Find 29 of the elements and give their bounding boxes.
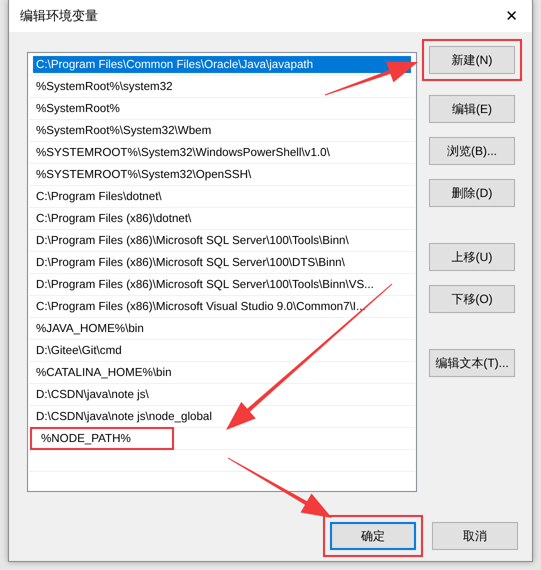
path-item[interactable]: D:\CSDN\java\note js\node_global: [33, 408, 215, 425]
path-item[interactable]: D:\Program Files (x86)\Microsoft SQL Server\100\Tools\Binn\: [33, 232, 352, 249]
path-item[interactable]: C:\Program Files\dotnet\: [33, 188, 165, 205]
side-button[interactable]: 浏览(B)...: [429, 137, 515, 165]
side-button[interactable]: 下移(O): [429, 285, 515, 313]
window-title: 编辑环境变量: [20, 7, 98, 25]
path-item[interactable]: %NODE_PATH%: [33, 430, 171, 447]
path-item[interactable]: %SystemRoot%\system32: [33, 78, 176, 95]
path-item[interactable]: C:\Program Files (x86)\dotnet\: [33, 210, 194, 227]
path-item[interactable]: %CATALINA_HOME%\bin: [33, 364, 175, 381]
side-button[interactable]: 编辑(E): [429, 95, 515, 123]
path-item[interactable]: %SystemRoot%\System32\Wbem: [33, 122, 214, 139]
side-button[interactable]: 上移(U): [429, 243, 515, 271]
close-button[interactable]: ✕: [499, 7, 524, 25]
path-item[interactable]: D:\Program Files (x86)\Microsoft SQL Server\100\Tools\Binn\VS...: [33, 276, 377, 293]
path-item[interactable]: C:\Program Files\Common Files\Oracle\Java\javapath: [33, 56, 411, 73]
side-button[interactable]: 编辑文本(T)...: [429, 349, 515, 377]
path-item[interactable]: %SYSTEMROOT%\System32\WindowsPowerShell\v1.0\: [33, 144, 333, 161]
path-item[interactable]: C:\Program Files (x86)\Microsoft Visual Studio 9.0\Common7\I...: [33, 298, 369, 315]
path-item[interactable]: D:\CSDN\java\note js\: [33, 386, 152, 403]
side-button[interactable]: 删除(D): [429, 179, 515, 207]
path-item[interactable]: D:\Gitee\Git\cmd: [33, 342, 125, 359]
path-item[interactable]: %SYSTEMROOT%\System32\OpenSSH\: [33, 166, 254, 183]
path-item[interactable]: D:\Program Files (x86)\Microsoft SQL Server\100\DTS\Binn\: [33, 254, 348, 271]
ok-button[interactable]: 确定: [330, 522, 416, 550]
side-button[interactable]: 新建(N): [429, 46, 515, 74]
path-item[interactable]: %SystemRoot%: [33, 100, 123, 117]
cancel-button[interactable]: 取消: [432, 522, 518, 550]
path-item[interactable]: %JAVA_HOME%\bin: [33, 320, 147, 337]
